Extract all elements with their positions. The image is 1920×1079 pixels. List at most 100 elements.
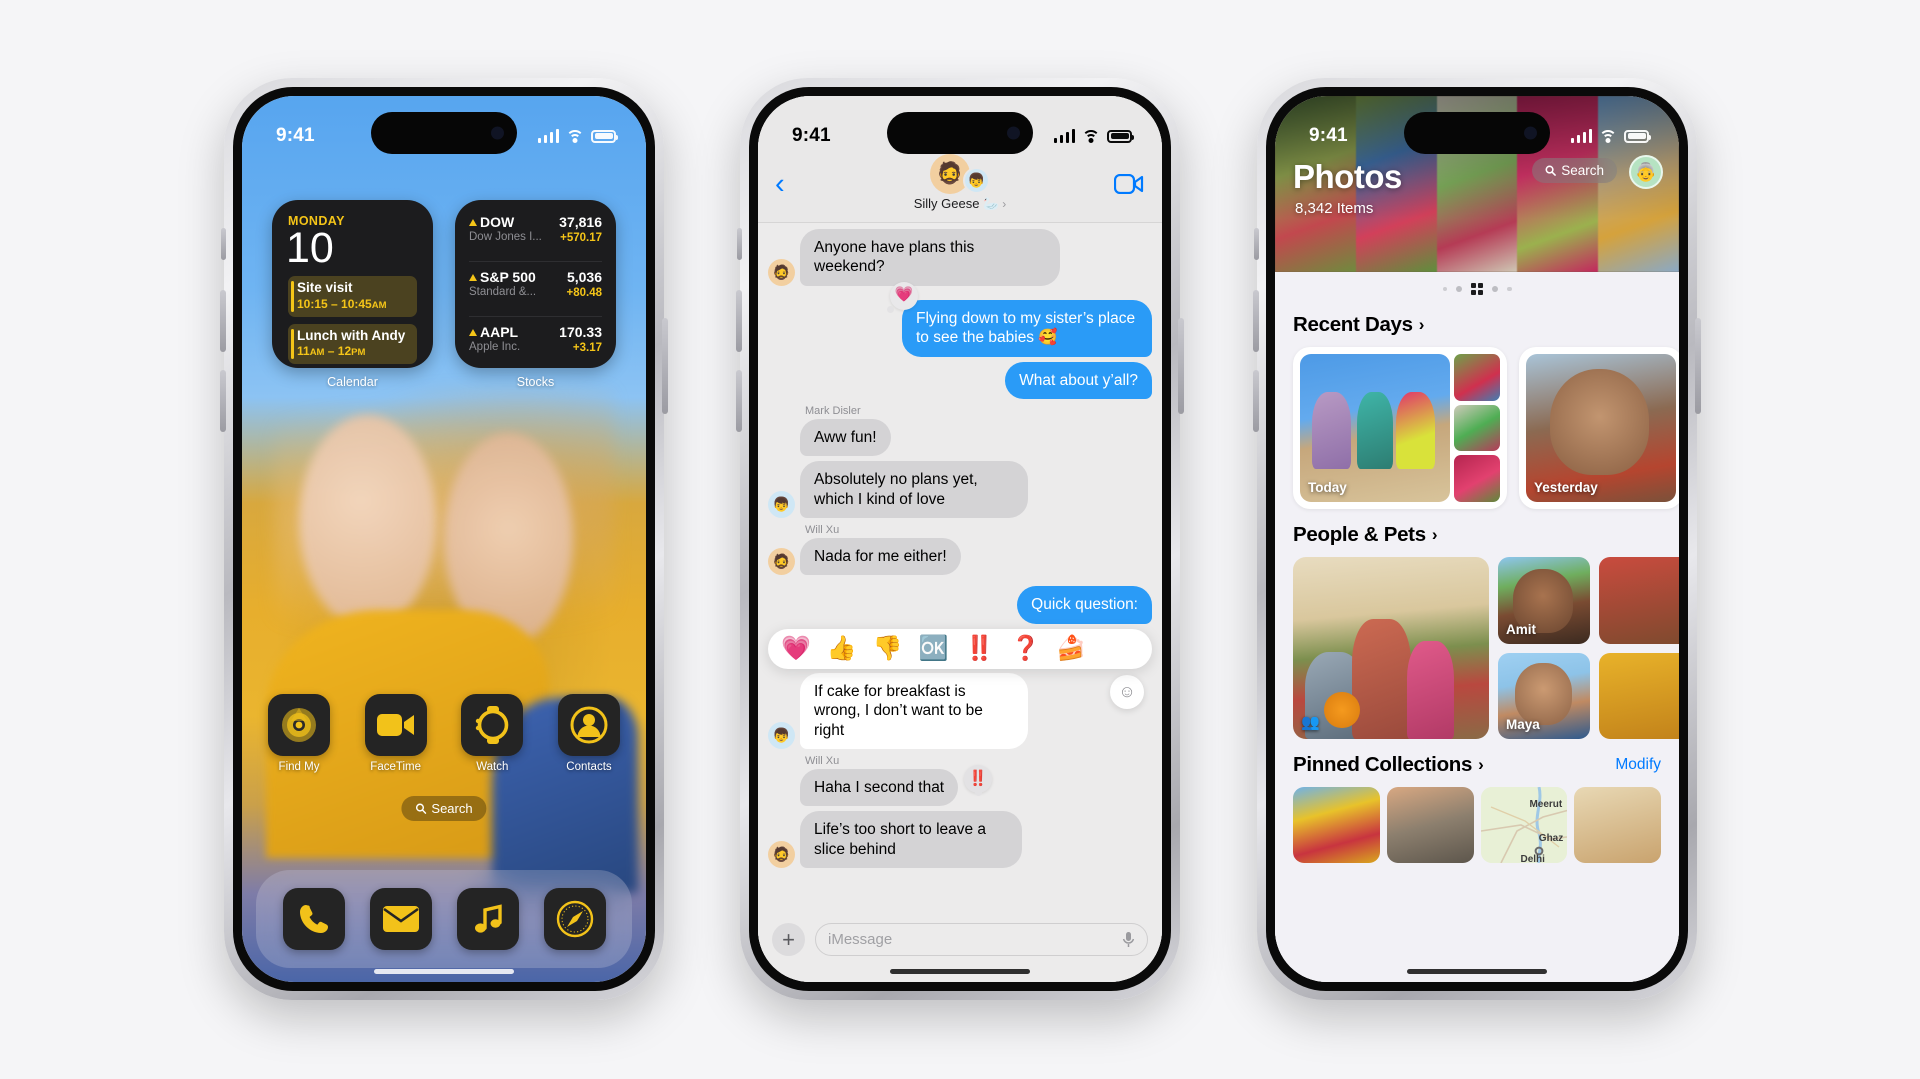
- group-avatars[interactable]: 🧔 👦: [774, 154, 1146, 194]
- tapback-option-thumbsdown[interactable]: 👎: [873, 636, 903, 661]
- photo-thumbnail[interactable]: [1454, 455, 1500, 502]
- stock-row[interactable]: AAPL Apple Inc. 170.33 +3.17: [469, 316, 602, 357]
- message-bubble[interactable]: Anyone have plans this weekend?: [800, 229, 1060, 286]
- widget-row: MONDAY 10 Site visit 10:15 – 10:45AM Lun…: [272, 200, 616, 389]
- tapback-option-haha[interactable]: 🆗: [919, 636, 949, 661]
- collection-thumbnail[interactable]: [1293, 787, 1380, 863]
- photo-thumbnail[interactable]: Yesterday: [1526, 354, 1676, 502]
- message-bubble[interactable]: Life’s too short to leave a slice behind: [800, 811, 1022, 868]
- tapback-heart[interactable]: 💗: [887, 281, 918, 313]
- recent-day-card[interactable]: Yesterday: [1519, 347, 1679, 509]
- section-title: Pinned Collections: [1293, 753, 1473, 776]
- recent-day-card[interactable]: Today: [1293, 347, 1507, 509]
- power-button[interactable]: [1178, 318, 1184, 414]
- page-title: Photos: [1293, 158, 1402, 195]
- app-facetime[interactable]: FaceTime: [364, 694, 427, 773]
- avatar[interactable]: 👵: [1629, 155, 1663, 189]
- page-indicator[interactable]: [1275, 272, 1679, 299]
- recent-days-row[interactable]: Today Yesterday: [1275, 347, 1679, 509]
- imessage-input[interactable]: iMessage: [815, 923, 1148, 956]
- photo-thumbnail[interactable]: [1454, 404, 1500, 451]
- volume-up-button[interactable]: [220, 290, 226, 352]
- people-pets-row[interactable]: 👥 Amit Maya: [1275, 557, 1679, 739]
- modify-button[interactable]: Modify: [1615, 756, 1661, 774]
- page-dot[interactable]: [1442, 286, 1447, 292]
- search-button[interactable]: Search: [1532, 158, 1617, 183]
- mute-switch[interactable]: [1254, 228, 1259, 260]
- message-bubble[interactable]: Absolutely no plans yet, which I kind of…: [800, 461, 1028, 518]
- calendar-event[interactable]: Lunch with Andy 11AM – 12PM: [288, 323, 417, 365]
- message-bubble[interactable]: Quick question:: [1017, 586, 1152, 624]
- volume-up-button[interactable]: [1253, 290, 1259, 352]
- volume-down-button[interactable]: [1253, 370, 1259, 432]
- photo-thumbnail[interactable]: [1454, 354, 1500, 401]
- widget-label: Stocks: [516, 375, 555, 389]
- contacts-icon: [557, 694, 620, 756]
- photos-scroll-body[interactable]: Recent Days › Today Yesterday People & P…: [1275, 299, 1679, 982]
- home-search-button[interactable]: Search: [401, 796, 487, 821]
- facetime-video-button[interactable]: [1114, 174, 1144, 194]
- grid-view-icon[interactable]: [1471, 283, 1483, 295]
- tapback-option-thumbsup[interactable]: 👍: [827, 636, 857, 661]
- tapback-option-exclamation[interactable]: ‼️: [965, 636, 995, 661]
- back-button[interactable]: ‹: [775, 170, 785, 199]
- stocks-widget[interactable]: DOW Dow Jones I... 37,816 +570.17 S&P 50…: [455, 200, 616, 389]
- power-button[interactable]: [662, 318, 668, 414]
- safari-icon[interactable]: [543, 888, 606, 950]
- message-bubble[interactable]: If cake for breakfast is wrong, I don’t …: [800, 672, 1028, 749]
- stock-change: +80.48: [566, 287, 603, 299]
- collection-thumbnail[interactable]: [1574, 787, 1661, 863]
- tapback-picker[interactable]: 💗 👍 👎 🆗 ‼️ ❓ 🍰: [768, 628, 1152, 669]
- page-dot[interactable]: [1492, 286, 1498, 292]
- stock-symbol: DOW: [480, 214, 515, 230]
- tapback-exclamation[interactable]: ‼️: [964, 764, 993, 796]
- phone-icon[interactable]: [282, 888, 345, 950]
- volume-down-button[interactable]: [220, 370, 226, 432]
- mail-icon[interactable]: [369, 888, 432, 950]
- person-thumbnail[interactable]: Maya: [1498, 652, 1590, 739]
- tapback-option-heart[interactable]: 💗: [781, 636, 811, 661]
- attach-plus-button[interactable]: +: [772, 923, 805, 956]
- message-bubble[interactable]: Haha I second that ‼️: [800, 764, 993, 807]
- section-header-recent-days[interactable]: Recent Days ›: [1275, 299, 1679, 347]
- message-bubble[interactable]: Aww fun!: [800, 418, 891, 457]
- tapback-option-question[interactable]: ❓: [1010, 636, 1040, 661]
- mute-switch[interactable]: [221, 228, 226, 260]
- stock-row[interactable]: DOW Dow Jones I... 37,816 +570.17: [469, 211, 602, 247]
- volume-down-button[interactable]: [736, 370, 742, 432]
- mute-switch[interactable]: [737, 228, 742, 260]
- photo-thumbnail[interactable]: 👥: [1293, 557, 1489, 739]
- person-thumbnail[interactable]: [1599, 557, 1679, 644]
- message-thread[interactable]: 🧔 Anyone have plans this weekend? 💗 Flyi…: [758, 223, 1162, 913]
- wifi-icon: [566, 129, 584, 143]
- message-row: Haha I second that ‼️: [768, 764, 1152, 807]
- phone-bezel: Photos 8,342 Items Search 👵 9:41 Recent …: [1266, 87, 1688, 991]
- photo-thumbnail[interactable]: Today: [1300, 354, 1450, 502]
- sender-name: Mark Disler: [805, 404, 861, 417]
- app-contacts[interactable]: Contacts: [557, 694, 620, 773]
- section-header-pinned-collections[interactable]: Pinned Collections › Modify: [1275, 739, 1679, 787]
- message-bubble[interactable]: Nada for me either!: [800, 538, 961, 576]
- volume-up-button[interactable]: [736, 290, 742, 352]
- map-thumbnail[interactable]: Meerut Ghaz Delhi: [1480, 787, 1568, 863]
- collection-thumbnail[interactable]: [1386, 787, 1474, 863]
- tapback-option-cake[interactable]: 🍰: [1056, 636, 1086, 661]
- message-bubble[interactable]: 💗 Flying down to my sister’s place to se…: [887, 281, 1152, 357]
- calendar-event[interactable]: Site visit 10:15 – 10:45AM: [288, 276, 417, 317]
- power-button[interactable]: [1695, 318, 1701, 414]
- music-icon[interactable]: [456, 888, 519, 950]
- pinned-collections-row[interactable]: Meerut Ghaz Delhi: [1275, 787, 1679, 863]
- stock-row[interactable]: S&P 500 Standard &... 5,036 +80.48: [469, 261, 602, 302]
- page-dot[interactable]: [1507, 286, 1512, 292]
- app-watch[interactable]: Watch: [461, 694, 524, 773]
- calendar-widget[interactable]: MONDAY 10 Site visit 10:15 – 10:45AM Lun…: [272, 200, 433, 389]
- message-bubble[interactable]: What about y’all?: [1005, 361, 1152, 399]
- person-thumbnail[interactable]: Amit: [1498, 557, 1590, 644]
- person-thumbnail[interactable]: [1599, 652, 1679, 739]
- conversation-title[interactable]: Silly Geese 🦢 ›: [774, 196, 1146, 212]
- app-find-my[interactable]: Find My: [268, 694, 330, 773]
- page-dot[interactable]: [1456, 286, 1462, 292]
- dynamic-island: [371, 112, 517, 154]
- add-reaction-icon[interactable]: ☺: [1110, 674, 1144, 709]
- section-header-people-pets[interactable]: People & Pets ›: [1275, 509, 1679, 557]
